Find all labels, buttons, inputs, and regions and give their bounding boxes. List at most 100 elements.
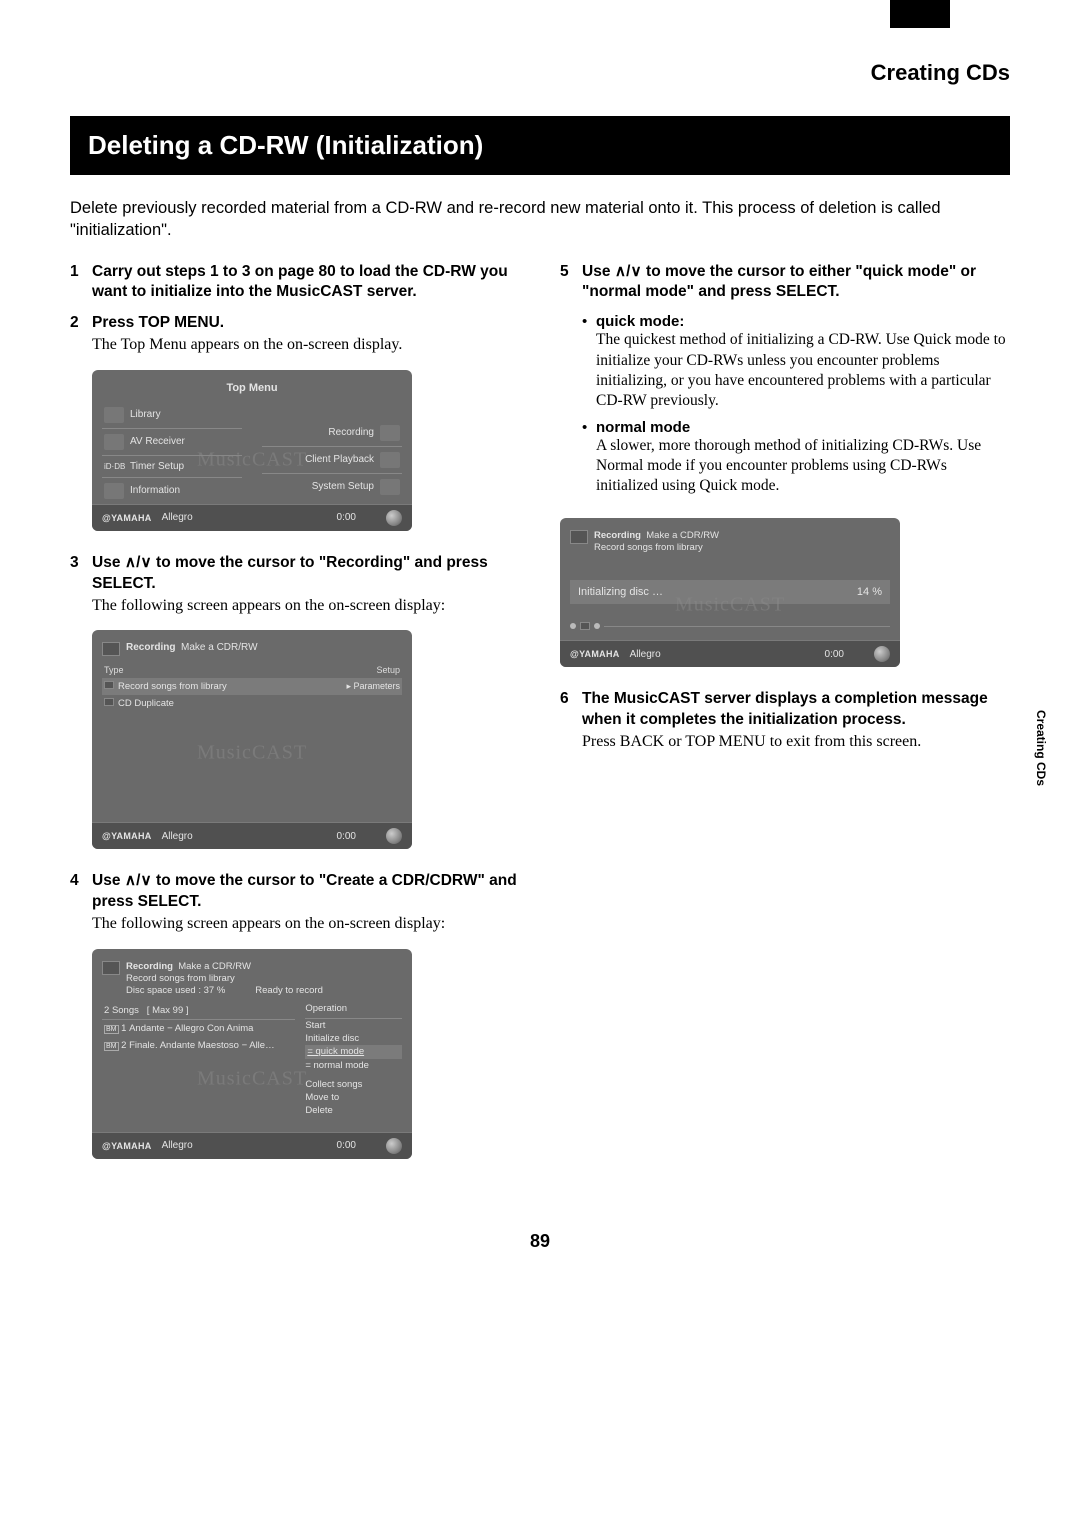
bm-badge: BM <box>104 1025 119 1034</box>
avreceiver-icon <box>104 434 124 450</box>
step-3-num: 3 <box>70 553 92 616</box>
step-2-num: 2 <box>70 313 92 356</box>
bullet-normal: • normal mode A slower, more thorough me… <box>582 419 1010 496</box>
init-t1: Make a CDR/RW <box>646 530 719 541</box>
footer-time: 0:00 <box>337 512 356 523</box>
rec2-r2t: Finale. Andante Maestoso − Alle… <box>129 1040 275 1051</box>
step-3: 3 Use ∧/∨ to move the cursor to "Recordi… <box>70 553 520 616</box>
step-1-text: Carry out steps 1 to 3 on page 80 to loa… <box>92 263 508 301</box>
timer-prefix: iD·DB <box>104 462 124 471</box>
side-tab-label: Creating CDs <box>1034 710 1048 786</box>
step-4-num: 4 <box>70 871 92 934</box>
footer-time: 0:00 <box>825 649 844 660</box>
disc-icon <box>104 681 114 689</box>
tm-system: System Setup <box>312 481 374 492</box>
up-down-arrows-icon: ∧/∨ <box>125 872 152 889</box>
page-number: 89 <box>70 1231 1010 1252</box>
up-down-arrows-icon: ∧/∨ <box>125 554 152 571</box>
system-icon <box>380 479 400 495</box>
footer-track: Allegro <box>162 831 193 842</box>
step-4-pre: Use <box>92 872 125 889</box>
step-2-bold: Press TOP MENU. <box>92 313 520 334</box>
disc-icon <box>104 698 114 706</box>
rec2-max: [ Max 99 ] <box>147 1005 189 1016</box>
step-4-plain: The following screen appears on the on-s… <box>92 913 520 935</box>
op-normal: = normal mode <box>305 1059 402 1072</box>
step-3-post: to move the cursor to "Recording" and pr… <box>92 554 488 592</box>
section-header: Creating CDs <box>70 60 1010 86</box>
bullet-quick: • quick mode: The quickest method of ini… <box>582 313 1010 411</box>
footer-track: Allegro <box>630 649 661 660</box>
footer-time: 0:00 <box>337 1140 356 1151</box>
step-1-num: 1 <box>70 262 92 304</box>
rec-icon <box>102 961 120 975</box>
dot-icon <box>570 623 576 629</box>
rec1-crumb: Recording <box>126 642 175 653</box>
op-init: Initialize disc <box>305 1032 402 1045</box>
init-crumb: Recording <box>594 530 641 541</box>
step-4-post: to move the cursor to "Create a CDR/CDRW… <box>92 872 517 910</box>
step-6: 6 The MusicCAST server displays a comple… <box>560 689 1010 752</box>
rec1-row1r: Parameters <box>353 681 400 691</box>
footer-track: Allegro <box>162 512 193 523</box>
footer-brand: @YAMAHA <box>102 831 152 841</box>
rec1-row1: Record songs from library <box>118 681 227 692</box>
tm-timer: Timer Setup <box>130 461 184 472</box>
rec1-setup-label: Setup <box>376 665 400 675</box>
step-2: 2 Press TOP MENU. The Top Menu appears o… <box>70 313 520 356</box>
step-5: 5 Use ∧/∨ to move the cursor to either "… <box>560 262 1010 304</box>
step-6-bold: The MusicCAST server displays a completi… <box>582 689 1010 731</box>
rec2-op-label: Operation <box>305 1002 402 1018</box>
footer-brand: @YAMAHA <box>570 649 620 659</box>
step-3-plain: The following screen appears on the on-s… <box>92 595 520 617</box>
quick-text: The quickest method of initializing a CD… <box>596 330 1010 411</box>
init-progress-pct: 14 % <box>857 586 882 598</box>
footer-brand: @YAMAHA <box>102 513 152 523</box>
step-5-pre: Use <box>582 263 615 280</box>
footer-knob-icon <box>386 828 402 844</box>
screenshot-create-cdr: Recording Make a CDR/RW Record songs fro… <box>92 949 412 1159</box>
dot-icon <box>594 623 600 629</box>
page-title: Deleting a CD-RW (Initialization) <box>70 116 1010 175</box>
step-3-pre: Use <box>92 554 125 571</box>
recording-icon <box>380 425 400 441</box>
quick-label: quick mode: <box>596 313 1010 330</box>
step-2-plain: The Top Menu appears on the on-screen di… <box>92 334 520 356</box>
screenshot-initializing: Recording Make a CDR/RW Record songs fro… <box>560 518 900 667</box>
up-down-arrows-icon: ∧/∨ <box>615 263 642 280</box>
intro-text: Delete previously recorded material from… <box>70 197 1010 242</box>
rec1-title: Make a CDR/RW <box>181 642 258 653</box>
tm-info: Information <box>130 485 180 496</box>
op-move: Move to <box>305 1091 402 1104</box>
rec2-t3: Disc space used : 37 % <box>126 985 225 997</box>
step-5-num: 5 <box>560 262 582 304</box>
step-6-num: 6 <box>560 689 582 752</box>
footer-knob-icon <box>874 646 890 662</box>
footer-brand: @YAMAHA <box>102 1141 152 1151</box>
rec2-r2n: 2 <box>121 1040 126 1051</box>
footer-knob-icon <box>386 1138 402 1154</box>
rec2-songs-l: Songs <box>112 1005 139 1016</box>
rec-icon <box>102 642 120 656</box>
info-icon <box>104 483 124 499</box>
step-5-post: to move the cursor to either "quick mode… <box>582 263 976 301</box>
normal-text: A slower, more thorough method of initia… <box>596 436 1010 496</box>
step-6-plain: Press BACK or TOP MENU to exit from this… <box>582 731 1010 753</box>
tm-recording: Recording <box>328 427 374 438</box>
tm-client: Client Playback <box>305 454 374 465</box>
op-delete: Delete <box>305 1104 402 1117</box>
library-icon <box>104 407 124 423</box>
rec1-row2: CD Duplicate <box>118 698 174 709</box>
rec1-type-label: Type <box>104 665 124 675</box>
step-1: 1 Carry out steps 1 to 3 on page 80 to l… <box>70 262 520 304</box>
tm-library: Library <box>130 409 161 420</box>
disc-icon <box>580 622 590 630</box>
footer-time: 0:00 <box>337 831 356 842</box>
top-black-tab <box>890 0 950 28</box>
screenshot-recording-type: Recording Make a CDR/RW Type Setup Record… <box>92 630 412 849</box>
footer-knob-icon <box>386 510 402 526</box>
op-collect: Collect songs <box>305 1078 402 1091</box>
client-icon <box>380 452 400 468</box>
rec2-t2: Record songs from library <box>126 973 323 985</box>
step-4: 4 Use ∧/∨ to move the cursor to "Create … <box>70 871 520 934</box>
